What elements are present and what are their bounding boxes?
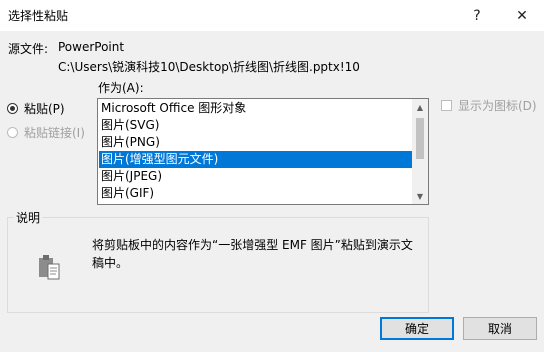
paste-radio-label: 粘贴(P) [24,102,65,116]
listbox-scrollbar[interactable]: ▲ ▼ [412,99,428,204]
close-button[interactable]: ✕ [500,0,544,31]
description-group-label: 说明 [14,209,43,226]
paste-link-radio-label: 粘贴链接(I) [24,126,85,140]
source-name: PowerPoint [58,40,125,54]
source-path: C:\Users\锐演科技10\Desktop\折线图\折线图.pptx!10 [58,60,360,74]
scroll-down-arrow-icon[interactable]: ▼ [412,188,428,204]
scroll-up-arrow-icon[interactable]: ▲ [412,99,428,115]
format-item-png[interactable]: 图片(PNG) [99,134,412,151]
paste-radio-option[interactable]: 粘贴(P) [7,100,65,117]
format-item-emf[interactable]: 图片(增强型图元文件) [99,151,412,168]
format-item-gif[interactable]: 图片(GIF) [99,185,412,202]
description-group: 说明 将剪贴板中的内容作为“一张增强型 EMF 图片”粘贴到演示文稿中。 [7,209,429,313]
dialog-title: 选择性粘贴 [8,9,69,23]
format-item-office-graphic[interactable]: Microsoft Office 图形对象 [99,100,412,117]
format-item-jpeg[interactable]: 图片(JPEG) [99,168,412,185]
display-as-icon-checkbox[interactable] [441,100,452,111]
paste-special-dialog: 选择性粘贴 ? ✕ 源文件: PowerPoint C:\Users\锐演科技1… [0,0,544,352]
paste-link-radio[interactable] [7,127,18,138]
display-as-icon-label: 显示为图标(D) [458,99,537,113]
source-label: 源文件: [8,42,49,56]
display-as-icon-option[interactable]: 显示为图标(D) [441,97,537,114]
paste-link-radio-option[interactable]: 粘贴链接(I) [7,124,85,141]
scroll-thumb[interactable] [416,118,424,159]
format-listbox[interactable]: Microsoft Office 图形对象 图片(SVG) 图片(PNG) 图片… [97,98,429,205]
ok-button[interactable]: 确定 [380,317,454,340]
help-button[interactable]: ? [455,0,499,31]
format-item-svg[interactable]: 图片(SVG) [99,117,412,134]
clipboard-paste-icon [39,255,60,280]
description-text: 将剪贴板中的内容作为“一张增强型 EMF 图片”粘贴到演示文稿中。 [92,238,413,270]
paste-radio[interactable] [7,103,18,114]
cancel-button[interactable]: 取消 [463,317,537,340]
title-bar: 选择性粘贴 ? ✕ [0,0,544,31]
as-label: 作为(A): [98,81,144,95]
